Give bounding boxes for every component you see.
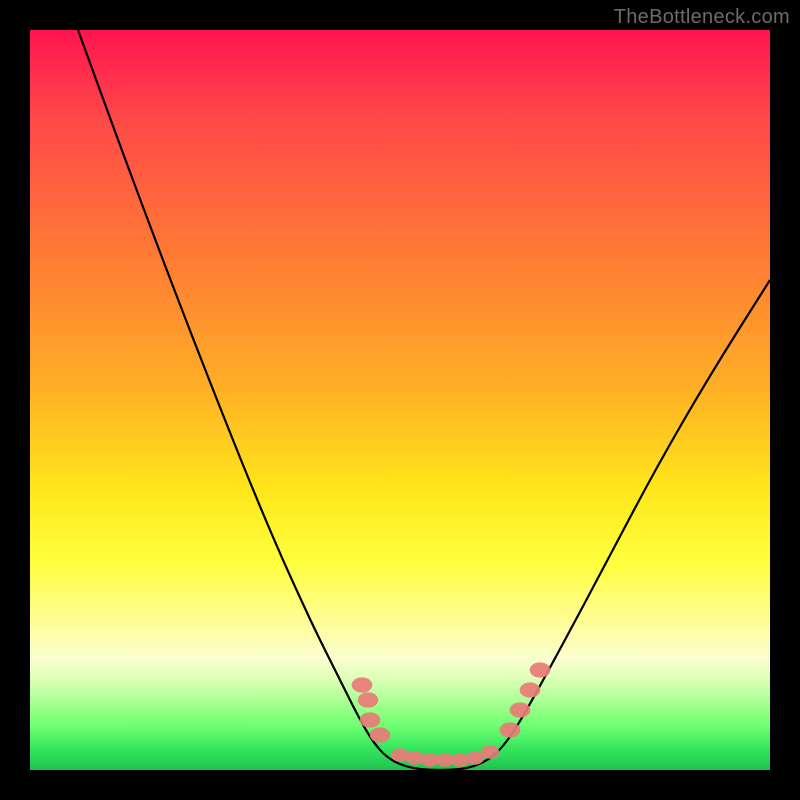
curve-marker [510, 702, 531, 717]
curve-marker [358, 692, 379, 707]
chart-frame: TheBottleneck.com [0, 0, 800, 800]
curve-marker [391, 748, 409, 762]
curve-marker [530, 662, 551, 677]
curve-svg [30, 30, 770, 770]
curve-marker [520, 682, 541, 697]
curve-marker [360, 712, 381, 727]
curve-markers [352, 662, 551, 766]
curve-marker [466, 751, 484, 765]
bottleneck-curve [78, 30, 770, 770]
curve-marker [370, 727, 391, 742]
curve-marker [421, 753, 439, 767]
curve-marker [406, 751, 424, 765]
plot-area [30, 30, 770, 770]
watermark-text: TheBottleneck.com [614, 6, 790, 29]
curve-marker [352, 677, 373, 692]
curve-marker [451, 753, 469, 767]
curve-marker [481, 745, 499, 759]
curve-marker [436, 753, 454, 767]
curve-marker [500, 722, 521, 737]
